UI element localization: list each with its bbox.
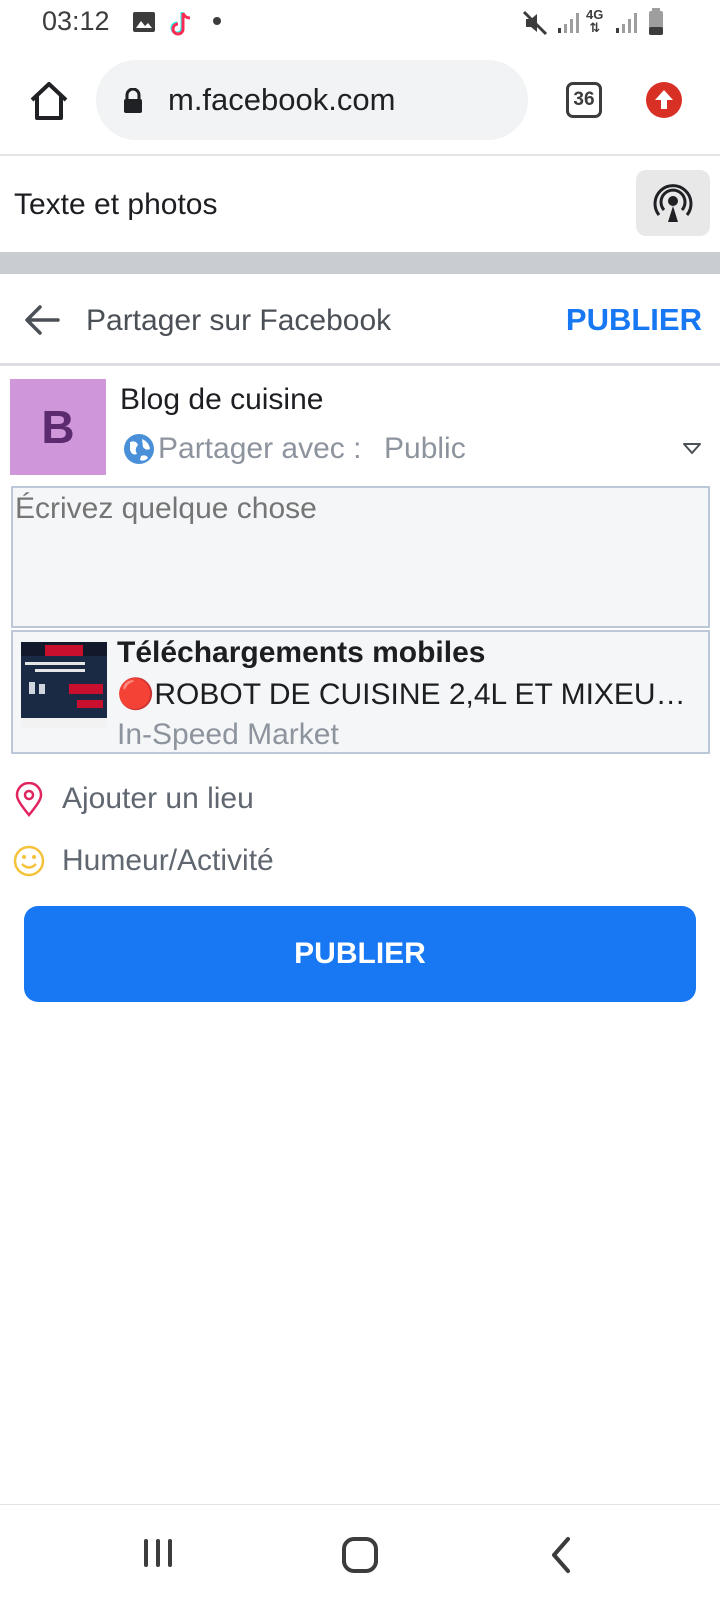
update-button[interactable] xyxy=(646,82,682,118)
back-nav-button[interactable] xyxy=(548,1535,576,1575)
system-navigation-bar xyxy=(0,1504,720,1600)
tiktok-notification-icon xyxy=(170,12,191,36)
lock-icon xyxy=(124,88,142,113)
network-type-label: 4G ⇅ xyxy=(586,7,604,35)
composer-mode-title: Texte et photos xyxy=(14,188,218,221)
recent-apps-button[interactable] xyxy=(140,1535,176,1571)
live-broadcast-button[interactable] xyxy=(636,170,710,236)
link-preview-title: Téléchargements mobiles xyxy=(117,636,486,669)
product-thumbnail-image xyxy=(21,642,107,728)
share-title: Partager sur Facebook xyxy=(86,304,392,337)
more-notifications-dot-icon xyxy=(213,17,221,25)
post-composer xyxy=(11,486,710,628)
signal-2-icon xyxy=(616,13,637,33)
publish-button[interactable]: PUBLIER xyxy=(24,906,696,1002)
signal-1-icon xyxy=(558,13,579,33)
broadcast-icon xyxy=(653,184,693,222)
page-avatar: B xyxy=(10,379,106,475)
link-preview-card[interactable]: Téléchargements mobiles 🔴ROBOT DE CUISIN… xyxy=(11,630,710,754)
globe-icon xyxy=(124,434,154,464)
add-location-option[interactable]: Ajouter un lieu xyxy=(0,772,720,826)
location-pin-icon xyxy=(15,782,43,817)
browser-toolbar: m.facebook.com 36 xyxy=(0,48,720,156)
audience-value: Public xyxy=(384,432,466,465)
home-nav-button[interactable] xyxy=(340,1535,380,1575)
home-button[interactable] xyxy=(26,78,72,124)
link-preview-description: 🔴ROBOT DE CUISINE 2,4L ET MIXEUR 1,5L xyxy=(117,678,697,711)
address-bar[interactable]: m.facebook.com xyxy=(96,60,528,140)
status-time: 03:12 xyxy=(42,6,110,36)
post-text-input[interactable] xyxy=(15,492,695,612)
audience-label: Partager avec : xyxy=(158,432,362,465)
link-preview-thumbnail xyxy=(21,642,107,728)
mute-icon xyxy=(522,10,548,36)
mood-activity-option[interactable]: Humeur/Activité xyxy=(0,834,720,888)
mood-activity-label: Humeur/Activité xyxy=(62,844,274,877)
composer-mode-strip: Texte et photos xyxy=(0,158,720,252)
section-divider xyxy=(0,252,720,274)
status-bar: 03:12 4G ⇅ xyxy=(0,0,720,48)
tab-switcher-button[interactable]: 36 xyxy=(566,82,602,118)
chevron-down-icon xyxy=(683,443,701,454)
back-arrow-button[interactable] xyxy=(20,298,64,342)
page-name: Blog de cuisine xyxy=(120,383,324,416)
link-preview-source: In-Speed Market xyxy=(117,718,339,751)
audience-selector[interactable]: Partager avec : Public xyxy=(120,430,710,470)
smiley-icon xyxy=(13,845,45,877)
add-location-label: Ajouter un lieu xyxy=(62,782,254,815)
arrow-up-icon xyxy=(655,90,673,109)
gallery-notification-icon xyxy=(133,12,155,32)
share-header: Partager sur Facebook PUBLIER xyxy=(0,274,720,366)
url-text: m.facebook.com xyxy=(168,82,396,117)
battery-icon xyxy=(649,8,663,35)
publish-header-button[interactable]: PUBLIER xyxy=(566,302,702,338)
